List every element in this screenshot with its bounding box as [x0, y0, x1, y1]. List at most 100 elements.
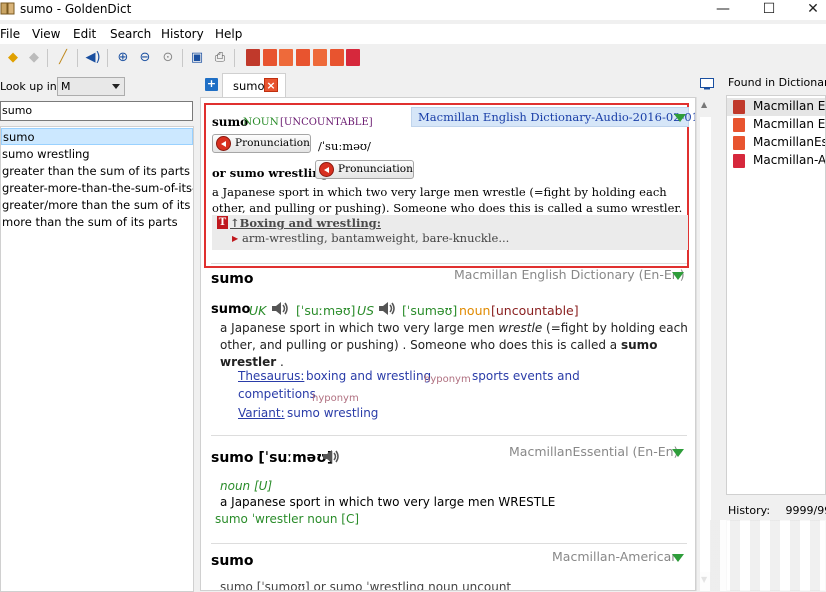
dictionary-group-value: M [61, 80, 71, 93]
thesaurus-t-icon: T [217, 216, 228, 229]
headword: sumo [211, 553, 254, 569]
print-icon[interactable]: ⎙ [210, 48, 230, 68]
save-icon[interactable]: ▣ [187, 48, 207, 68]
definition-line: sumo [ˈsumoʊ] or sumo ˈwrestling noun un… [220, 580, 512, 591]
chevron-down-icon [112, 84, 120, 89]
variant-link[interactable]: sumo wrestling [287, 406, 378, 420]
thesaurus-link[interactable]: competitions [238, 387, 316, 401]
menu-file[interactable]: File [0, 27, 20, 41]
headword: sumo [211, 271, 254, 287]
app-book-icon [0, 2, 15, 15]
dictionary-2-icon[interactable] [263, 49, 277, 66]
toolbar-separator [182, 49, 183, 67]
zoom-in-icon[interactable]: ⊕ [113, 48, 133, 68]
dictionary-6-icon[interactable] [330, 49, 344, 66]
dictionary-name: Macmillan English Dictionary (En-En) [454, 267, 685, 282]
dictionary-3-icon[interactable] [279, 49, 293, 66]
word-list-item[interactable]: more than the sum of its parts [1, 214, 193, 231]
back-icon[interactable]: ◆ [3, 48, 23, 68]
part-of-speech: noun [459, 303, 491, 318]
word-list-item[interactable]: greater/more than the sum of its par [1, 197, 193, 214]
scan-wand-icon[interactable]: ╱ [53, 48, 73, 68]
dictionary-1-icon[interactable] [246, 49, 260, 66]
obscured-region [700, 520, 826, 591]
menu-edit[interactable]: Edit [73, 27, 96, 41]
minimize-button[interactable]: — [700, 0, 746, 20]
definition: a Japanese sport in which two very large… [220, 320, 690, 371]
lookup-label: Look up in: [0, 80, 61, 93]
zoom-reset-icon[interactable]: ⊙ [158, 48, 178, 68]
dictionary-5-icon[interactable] [313, 49, 327, 66]
speaker-icon[interactable] [271, 301, 289, 316]
hyponym-tag: hyponym [424, 374, 471, 385]
maximize-button[interactable]: ☐ [746, 0, 792, 20]
collapse-triangle-icon[interactable] [672, 272, 684, 280]
dictionary-group-select[interactable]: M [57, 77, 125, 96]
speaker-icon [216, 136, 231, 151]
thesaurus-link[interactable]: boxing and wrestling [306, 369, 431, 383]
word-list-item[interactable]: greater-more-than-the-sum-of-its-p [1, 180, 193, 197]
close-tab-icon[interactable]: × [264, 78, 278, 92]
pronunciation-button[interactable]: Pronunciation [212, 134, 311, 153]
pronounce-speaker-icon[interactable]: ◀) [83, 48, 103, 68]
history-label-text: History: [728, 504, 771, 517]
article-scrollbar[interactable]: ▲ ▼ [696, 97, 713, 591]
word-list-item[interactable]: greater than the sum of its parts [1, 163, 193, 180]
definition-text: . [280, 355, 284, 369]
collapse-triangle-icon[interactable] [672, 449, 684, 457]
definition-text: (=fight by holding each [546, 321, 688, 335]
variant-headword: or sumo wrestling [212, 166, 329, 180]
tab-sumo[interactable]: sumo × [222, 73, 286, 97]
add-tab-icon[interactable]: + [205, 78, 218, 91]
speaker-icon[interactable] [322, 449, 340, 464]
variant-label[interactable]: Variant: [238, 406, 285, 420]
close-window-button[interactable]: ✕ [790, 0, 826, 20]
dictionary-4-icon[interactable] [296, 49, 310, 66]
found-dictionary-item[interactable]: Macmillan En [753, 99, 825, 113]
menu-view[interactable]: View [32, 27, 60, 41]
collapse-triangle-icon[interactable] [672, 554, 684, 562]
scrollbar-thumb[interactable] [700, 117, 711, 572]
thesaurus-label[interactable]: Thesaurus: [238, 369, 304, 383]
expand-arrow-icon[interactable]: ▶ [232, 234, 238, 243]
dictionary-bar-icon[interactable] [700, 78, 714, 90]
tab-label: sumo [233, 79, 265, 93]
dictionary-icon [733, 154, 745, 168]
search-input[interactable]: sumo [0, 101, 193, 121]
menu-bar: File View Edit Search History Help [0, 24, 826, 44]
zoom-out-icon[interactable]: ⊖ [135, 48, 155, 68]
definition-text: other, and pulling or pushing) . Someone… [220, 338, 618, 352]
grammar-tag: [UNCOUNTABLE] [280, 117, 373, 128]
menu-help[interactable]: Help [215, 27, 242, 41]
word-list-item-selected[interactable]: sumo [1, 128, 193, 145]
menu-search[interactable]: Search [110, 27, 151, 41]
dictionary-name: Macmillan-American [552, 549, 680, 564]
dictionary-7-icon[interactable] [346, 49, 360, 66]
thesaurus-title[interactable]: ↑Boxing and wrestling: [230, 216, 381, 230]
definition: a Japanese sport in which two very large… [220, 495, 556, 509]
dictionary-name: Macmillan English Dictionary-Audio-2016-… [418, 110, 696, 124]
word-list-item[interactable]: sumo wrestling [1, 146, 193, 163]
headword: sumo [ˈsuːməʊ] [211, 450, 334, 466]
found-dictionary-item[interactable]: Macmillan-Am [753, 153, 825, 167]
found-dictionaries-list[interactable]: Macmillan En Macmillan Engl MacmillanEss… [726, 95, 826, 495]
definition-text: a Japanese sport in which two very large… [220, 321, 495, 335]
thesaurus-link[interactable]: sports events and [472, 369, 580, 383]
dictionary-banner[interactable]: Macmillan English Dictionary-Audio-2016-… [411, 107, 695, 127]
found-dictionary-item[interactable]: Macmillan Engl [753, 117, 825, 131]
scroll-up-icon[interactable]: ▲ [701, 100, 707, 109]
dictionary-icon [733, 118, 745, 132]
word-list[interactable]: sumo sumo wrestling greater than the sum… [0, 126, 194, 592]
grammar-tag: [uncountable] [491, 303, 579, 318]
forward-icon[interactable]: ◆ [24, 48, 44, 68]
article-view[interactable]: Macmillan English Dictionary-Audio-2016-… [200, 97, 696, 591]
part-of-speech: noun [U] [220, 479, 273, 493]
speaker-icon[interactable] [378, 301, 396, 316]
collapse-triangle-icon[interactable] [674, 114, 686, 122]
pronunciation-button[interactable]: Pronunciation [315, 160, 414, 179]
thesaurus-items: arm-wrestling, bantamweight, bare-knuckl… [242, 231, 510, 245]
found-dictionary-item[interactable]: MacmillanEss [753, 135, 825, 149]
menu-history[interactable]: History [161, 27, 204, 41]
dictionary-icon [733, 136, 745, 150]
thesaurus-box: T ↑Boxing and wrestling: ▶ arm-wrestling… [212, 215, 688, 250]
